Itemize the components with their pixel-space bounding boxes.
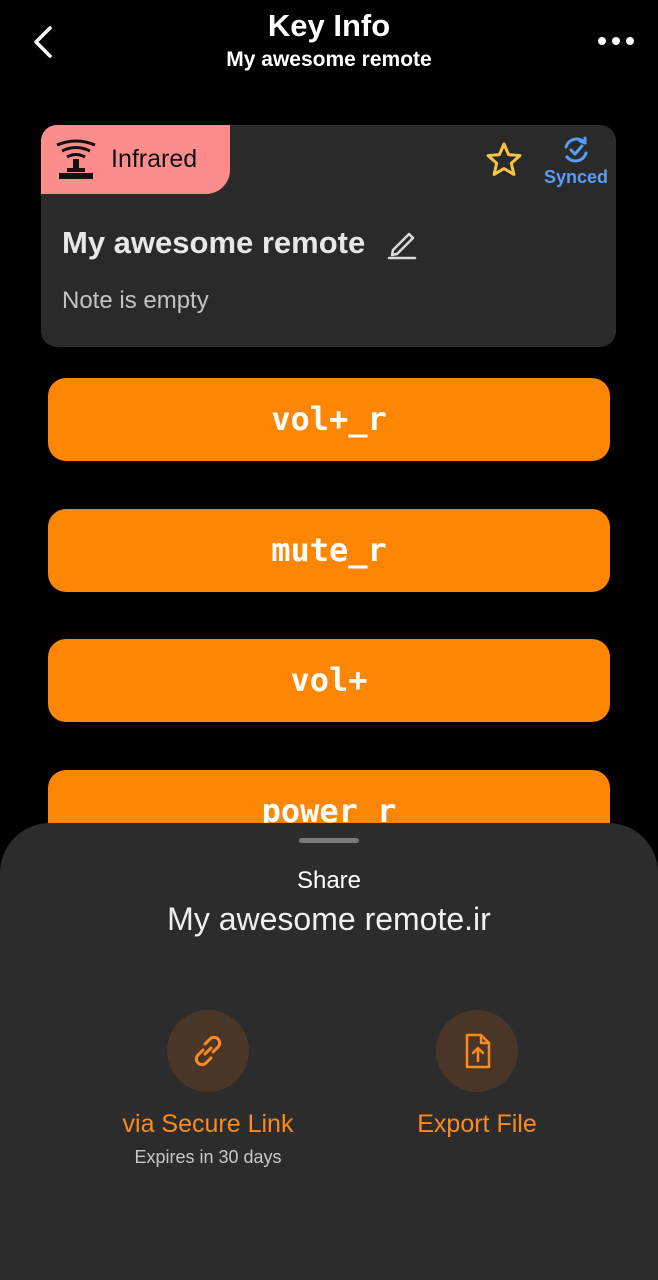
page-subtitle: My awesome remote — [226, 48, 432, 71]
pencil-icon — [387, 232, 417, 260]
secure-link-icon-circle — [167, 1010, 249, 1092]
export-file-option[interactable]: Export File — [347, 1010, 607, 1139]
page-title: Key Info — [267, 8, 391, 43]
sheet-title: Share — [296, 867, 362, 894]
favorite-button[interactable] — [485, 141, 523, 179]
secure-link-label: via Secure Link — [122, 1110, 294, 1138]
edit-name-button[interactable] — [385, 226, 419, 260]
export-file-label: Export File — [417, 1110, 537, 1138]
share-bottom-sheet: Share My awesome remote.ir via Secure Li… — [0, 823, 658, 1280]
more-horizontal-icon — [598, 37, 634, 45]
type-badge: Infrared — [41, 125, 230, 194]
infrared-icon — [56, 139, 96, 179]
synced-label: Synced — [543, 167, 609, 187]
type-label: Infrared — [111, 145, 198, 173]
export-file-icon-circle — [436, 1010, 518, 1092]
key-button[interactable]: mute_r — [48, 509, 610, 592]
more-options-button[interactable] — [596, 24, 636, 58]
synced-icon — [564, 136, 588, 163]
share-secure-link-option[interactable]: via Secure Link Expires in 30 days — [78, 1010, 338, 1168]
star-icon — [486, 142, 522, 176]
sheet-drag-handle[interactable] — [299, 838, 359, 843]
synced-status: Synced — [543, 135, 609, 191]
top-app-bar: Key Info My awesome remote — [0, 0, 658, 90]
note-text: Note is empty — [62, 287, 209, 314]
link-icon — [194, 1035, 222, 1067]
secure-link-expiry: Expires in 30 days — [134, 1147, 282, 1167]
remote-info-card: Infrared Synced My awesome remote Note i… — [41, 125, 616, 347]
export-file-icon — [465, 1033, 491, 1069]
key-button[interactable]: vol+_r — [48, 378, 610, 461]
file-name: My awesome remote.ir — [167, 901, 491, 937]
key-button[interactable]: vol+ — [48, 639, 610, 722]
remote-name: My awesome remote — [62, 225, 366, 260]
